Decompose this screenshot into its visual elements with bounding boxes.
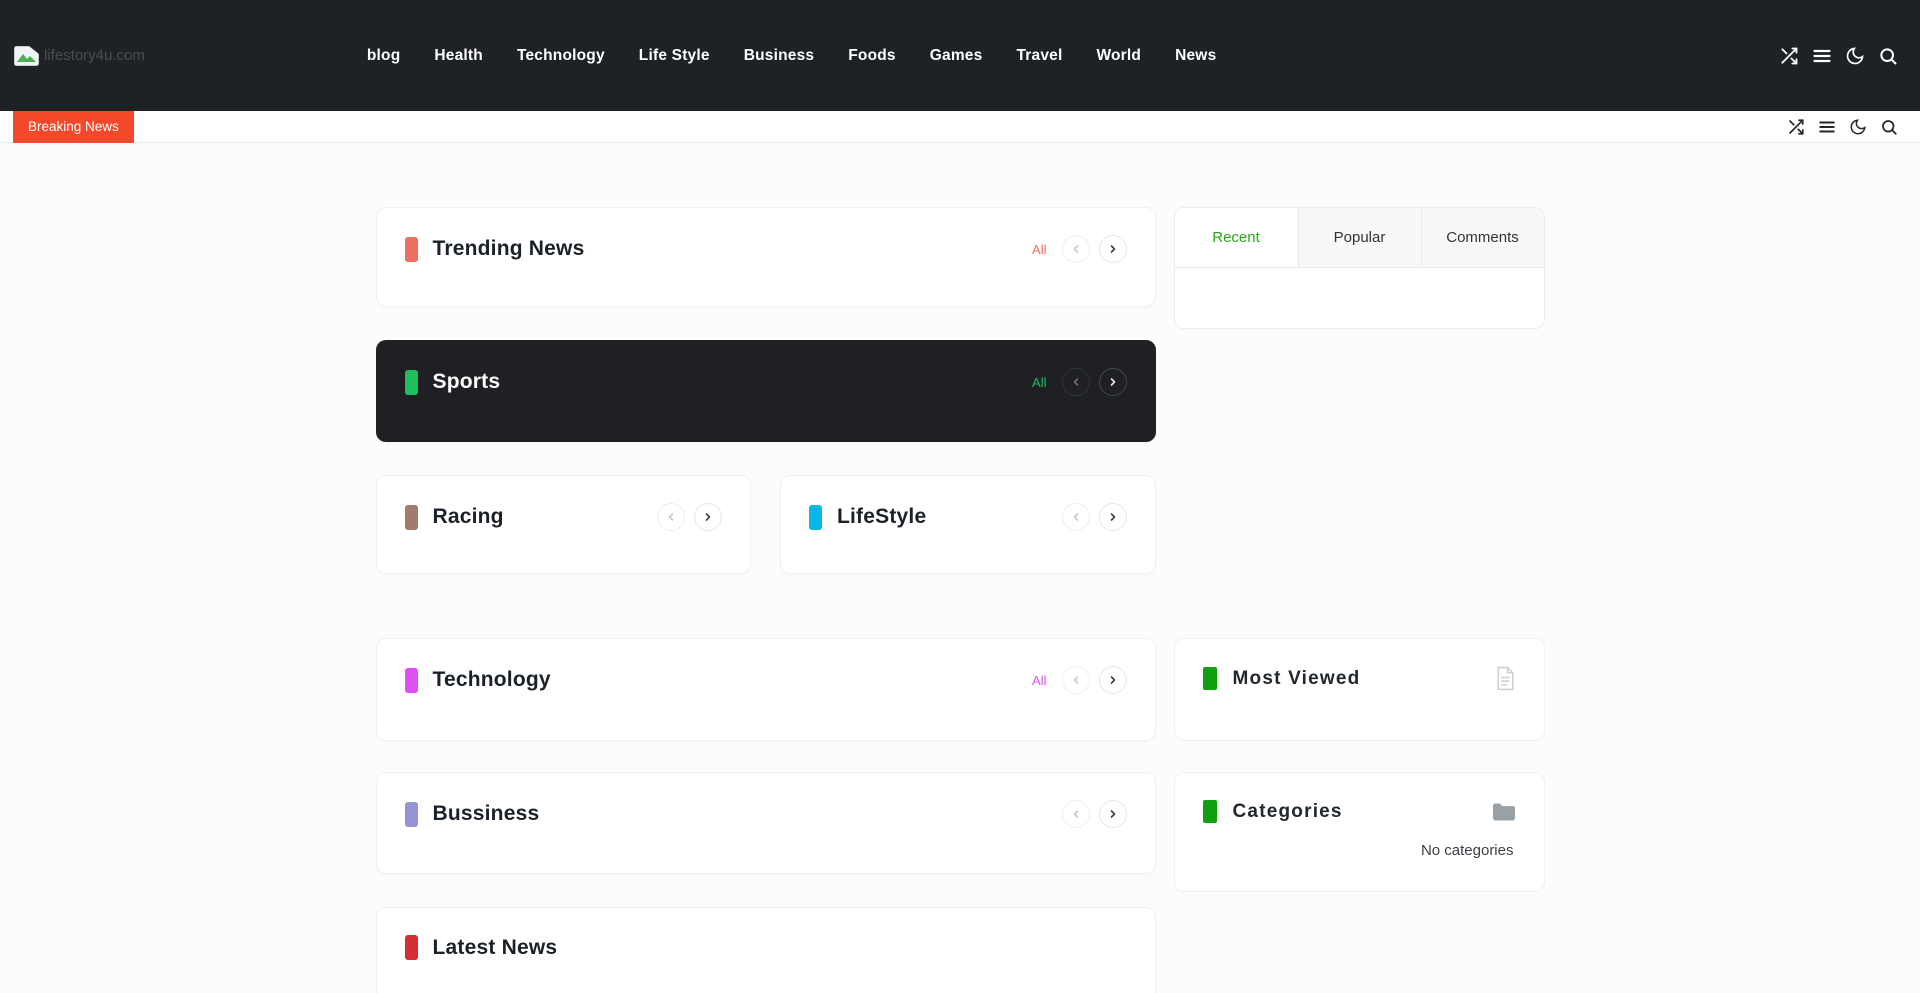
next-button[interactable] (694, 503, 722, 531)
nav-item-health[interactable]: Health (417, 39, 500, 73)
nav-item-business[interactable]: Business (727, 39, 832, 73)
section-business: Bussiness (376, 772, 1156, 874)
accent-square (1203, 800, 1217, 823)
prev-button[interactable] (1062, 800, 1090, 828)
next-button[interactable] (1099, 235, 1127, 263)
section-title: Sports (433, 370, 501, 394)
nav-item-technology[interactable]: Technology (500, 39, 622, 73)
document-icon (1495, 666, 1516, 691)
section-header: Latest News (405, 935, 1127, 960)
section-controls: All (1032, 368, 1126, 396)
section-title: Trending News (433, 237, 585, 261)
nav-item-foods[interactable]: Foods (831, 39, 913, 73)
header-icons (1779, 46, 1898, 66)
nav-item-games[interactable]: Games (913, 39, 1000, 73)
widget-header: Categories (1203, 800, 1516, 823)
all-link[interactable]: All (1032, 673, 1046, 688)
sidebar-tabs-widget: Recent Popular Comments (1174, 207, 1545, 329)
logo-alt-text: lifestory4u.com (44, 47, 145, 64)
section-title: Racing (433, 505, 504, 529)
section-trending-news: Trending News All (376, 207, 1156, 307)
next-button[interactable] (1099, 368, 1127, 396)
site-header: lifestory4u.com blog Health Technology L… (0, 0, 1920, 111)
sidebar: Recent Popular Comments Most Viewed (1174, 207, 1545, 892)
all-link[interactable]: All (1032, 375, 1046, 390)
section-latest-news: Latest News (376, 907, 1156, 993)
section-controls: All (1032, 235, 1126, 263)
accent-bar (405, 935, 418, 960)
moon-icon[interactable] (1849, 118, 1867, 136)
tab-recent[interactable]: Recent (1175, 208, 1298, 267)
breaking-bar-icons (1787, 118, 1898, 136)
prev-button[interactable] (1062, 666, 1090, 694)
tab-comments[interactable]: Comments (1421, 208, 1544, 267)
breaking-news-bar: Breaking News (0, 111, 1920, 143)
section-controls (657, 503, 722, 531)
accent-bar (809, 505, 822, 530)
section-sports: Sports All (376, 340, 1156, 442)
most-viewed-widget: Most Viewed (1174, 638, 1545, 741)
prev-button[interactable] (1062, 235, 1090, 263)
content-column: Trending News All Sport (376, 207, 1156, 993)
main-nav: blog Health Technology Life Style Busine… (350, 39, 1234, 73)
accent-bar (405, 237, 418, 262)
nav-item-travel[interactable]: Travel (999, 39, 1079, 73)
half-width-row: Racing LifeSty (376, 475, 1156, 574)
site-logo[interactable]: lifestory4u.com (14, 46, 145, 66)
section-header: Technology All (405, 666, 1127, 694)
nav-item-blog[interactable]: blog (350, 39, 418, 73)
next-button[interactable] (1099, 503, 1127, 531)
nav-item-world[interactable]: World (1079, 39, 1158, 73)
section-header: Trending News All (405, 235, 1127, 263)
menu-icon[interactable] (1812, 46, 1832, 66)
moon-icon[interactable] (1845, 46, 1865, 66)
section-header: Sports All (405, 368, 1127, 396)
prev-button[interactable] (1062, 368, 1090, 396)
prev-button[interactable] (1062, 503, 1090, 531)
search-icon[interactable] (1878, 46, 1898, 66)
section-controls (1062, 800, 1127, 828)
section-controls: All (1032, 666, 1126, 694)
accent-square (1203, 667, 1217, 690)
search-icon[interactable] (1880, 118, 1898, 136)
accent-bar (405, 370, 418, 395)
prev-button[interactable] (657, 503, 685, 531)
shuffle-icon[interactable] (1787, 118, 1805, 136)
main-content: Trending News All Sport (376, 207, 1545, 993)
section-header: Bussiness (405, 800, 1127, 828)
tabs-row: Recent Popular Comments (1175, 208, 1544, 268)
section-title: Bussiness (433, 802, 540, 826)
no-categories-text: No categories (1203, 842, 1516, 859)
page: lifestory4u.com blog Health Technology L… (0, 0, 1920, 993)
section-technology: Technology All (376, 638, 1156, 741)
section-title: Latest News (433, 936, 558, 960)
tab-popular[interactable]: Popular (1298, 208, 1421, 267)
accent-bar (405, 505, 418, 530)
next-button[interactable] (1099, 666, 1127, 694)
nav-item-life-style[interactable]: Life Style (622, 39, 727, 73)
section-controls (1062, 503, 1127, 531)
next-button[interactable] (1099, 800, 1127, 828)
categories-widget: Categories No categories (1174, 772, 1545, 892)
folder-icon (1492, 802, 1516, 822)
menu-icon[interactable] (1818, 118, 1836, 136)
all-link[interactable]: All (1032, 242, 1046, 257)
widget-header: Most Viewed (1203, 666, 1516, 691)
section-title: Technology (433, 668, 551, 692)
accent-bar (405, 802, 418, 827)
nav-item-news[interactable]: News (1158, 39, 1233, 73)
widget-title: Most Viewed (1233, 668, 1361, 690)
breaking-news-badge: Breaking News (13, 111, 134, 143)
section-lifestyle: LifeStyle (780, 475, 1156, 574)
section-header: Racing (405, 503, 723, 531)
broken-image-icon (14, 46, 39, 66)
widget-title: Categories (1233, 801, 1343, 823)
shuffle-icon[interactable] (1779, 46, 1799, 66)
section-header: LifeStyle (809, 503, 1127, 531)
section-title: LifeStyle (837, 505, 926, 529)
section-racing: Racing (376, 475, 752, 574)
accent-bar (405, 668, 418, 693)
